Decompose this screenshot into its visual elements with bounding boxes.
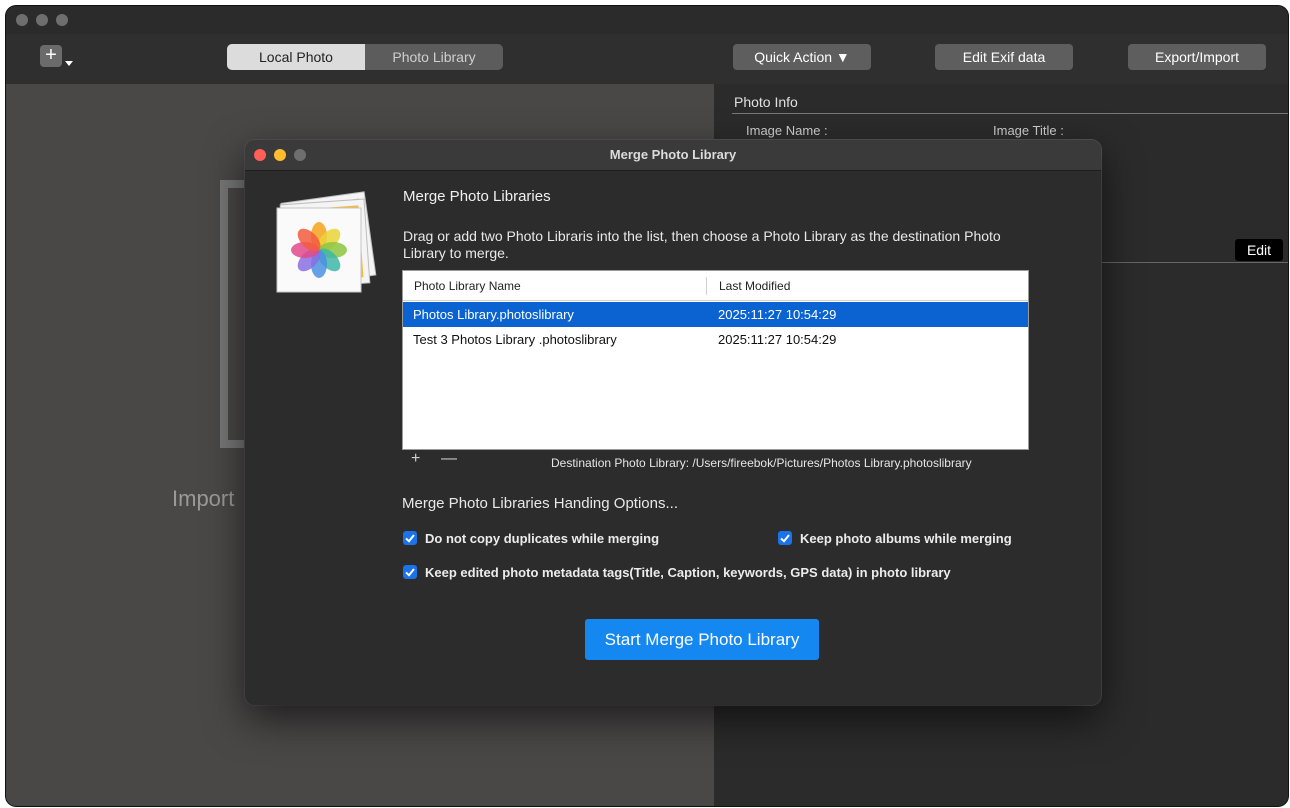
start-merge-button[interactable]: Start Merge Photo Library	[585, 619, 819, 660]
no-duplicates-label[interactable]: Do not copy duplicates while merging	[425, 531, 659, 546]
edit-exif-button[interactable]: Edit Exif data	[935, 44, 1073, 70]
dialog-description: Drag or add two Photo Libraris into the …	[403, 228, 1001, 261]
table-row[interactable]: Test 3 Photos Library .photoslibrary 202…	[403, 327, 1028, 352]
add-menu-caret-icon[interactable]	[65, 61, 73, 66]
checkmark-icon	[780, 534, 790, 543]
import-placeholder-bracket	[220, 180, 244, 448]
source-segmented-control: Local Photo Photo Library	[227, 44, 503, 70]
last-modified-cell: 2025:11:27 10:54:29	[718, 307, 837, 322]
checkmark-icon	[405, 568, 415, 577]
column-header-last-modified[interactable]: Last Modified	[719, 271, 790, 301]
photo-info-title: Photo Info	[734, 94, 798, 110]
library-name-cell: Test 3 Photos Library .photoslibrary	[413, 332, 617, 347]
keep-albums-checkbox[interactable]	[778, 531, 792, 545]
window-titlebar	[6, 6, 1288, 34]
export-import-button[interactable]: Export/Import	[1128, 44, 1266, 70]
main-toolbar: + Local Photo Photo Library Quick Action…	[6, 34, 1288, 84]
edit-info-button[interactable]: Edit	[1235, 239, 1283, 261]
keep-metadata-checkbox[interactable]	[403, 565, 417, 579]
photo-info-divider	[732, 113, 1288, 114]
quick-action-button[interactable]: Quick Action ▼	[733, 44, 871, 70]
merge-options-heading: Merge Photo Libraries Handing Options...	[402, 495, 678, 512]
photo-library-table[interactable]: Photo Library Name Last Modified Photos …	[402, 270, 1029, 450]
library-name-cell: Photos Library.photoslibrary	[413, 307, 574, 322]
merge-photo-library-dialog: Merge Photo Library Merge Photo Librarie…	[245, 140, 1101, 705]
info-divider	[1102, 262, 1288, 263]
table-header: Photo Library Name Last Modified	[403, 271, 1028, 301]
tab-local-photo[interactable]: Local Photo	[227, 44, 365, 70]
no-duplicates-checkbox[interactable]	[403, 531, 417, 545]
add-library-button[interactable]: +	[411, 450, 420, 468]
image-name-label: Image Name :	[746, 123, 828, 138]
window-close-button[interactable]	[16, 14, 28, 26]
checkmark-icon	[405, 534, 415, 543]
destination-library-path: Destination Photo Library: /Users/fireeb…	[551, 456, 972, 470]
window-minimize-button[interactable]	[36, 14, 48, 26]
keep-albums-label[interactable]: Keep photo albums while merging	[800, 531, 1012, 546]
keep-metadata-label[interactable]: Keep edited photo metadata tags(Title, C…	[425, 565, 951, 580]
column-header-library-name[interactable]: Photo Library Name	[414, 271, 521, 301]
photos-app-icon	[276, 191, 377, 293]
import-placeholder-text: Import	[172, 486, 235, 511]
remove-library-button[interactable]: —	[441, 450, 457, 468]
window-zoom-button[interactable]	[56, 14, 68, 26]
dialog-title: Merge Photo Library	[609, 147, 737, 162]
table-row[interactable]: Photos Library.photoslibrary 2025:11:27 …	[403, 302, 1028, 327]
image-title-label: Image Title :	[993, 123, 1064, 138]
column-separator	[706, 277, 707, 295]
last-modified-cell: 2025:11:27 10:54:29	[718, 332, 837, 347]
add-photo-button[interactable]: +	[40, 45, 62, 67]
dialog-titlebar: Merge Photo Library	[245, 140, 1101, 171]
tab-photo-library[interactable]: Photo Library	[365, 44, 503, 70]
dialog-heading: Merge Photo Libraries	[403, 188, 551, 205]
